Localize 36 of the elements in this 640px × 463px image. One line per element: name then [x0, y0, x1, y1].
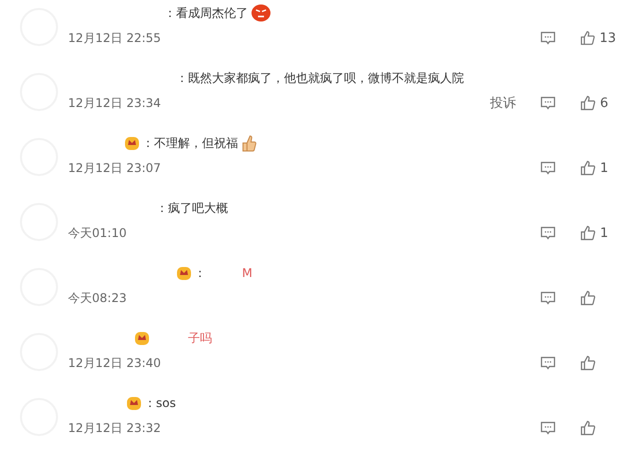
angry-face-emoji-icon: [251, 4, 271, 22]
thumbs-up-emoji-icon: [241, 134, 257, 152]
comment-icon[interactable]: [540, 30, 556, 46]
comment-time: 12月12日 23:07: [68, 160, 162, 176]
comment-icon[interactable]: [540, 160, 556, 176]
comment-text: ：: [194, 264, 206, 282]
comment-time: 今天08:23: [68, 290, 128, 306]
comment-icon[interactable]: [540, 96, 556, 110]
comment-icon[interactable]: [540, 226, 556, 240]
comment-icon[interactable]: [540, 356, 556, 370]
comment-time: 12月12日 23:40: [68, 354, 162, 372]
comment-time: 12月12日 23:34: [68, 94, 162, 112]
like-count: 1: [600, 226, 608, 240]
thumbs-up-icon[interactable]: [580, 95, 596, 111]
like-count: 13: [599, 30, 616, 46]
comment-icon[interactable]: [540, 290, 556, 306]
comment-time: 12月12日 23:32: [68, 420, 162, 436]
thumbs-up-icon[interactable]: [580, 420, 596, 436]
like-count: 6: [600, 96, 608, 110]
comment-text: ：既然大家都疯了，他也就疯了呗，微博不就是疯人院: [176, 70, 464, 86]
thumbs-up-icon[interactable]: [580, 290, 596, 306]
comment-icon[interactable]: [540, 420, 556, 436]
comment-text: 子吗: [188, 330, 212, 346]
comment-time: 今天01:10: [68, 224, 128, 242]
comment-text: ：sos: [144, 394, 176, 412]
comment-text: M: [242, 266, 252, 280]
thumbs-up-icon[interactable]: [580, 160, 596, 176]
thumbs-up-icon[interactable]: [580, 355, 596, 371]
comment-text: ：不理解，但祝福: [142, 134, 238, 152]
comment-text: ：疯了吧大概: [156, 200, 228, 216]
comment-time: 12月12日 22:55: [68, 30, 162, 46]
thumbs-up-icon[interactable]: [580, 30, 596, 46]
report-link[interactable]: 投诉: [490, 94, 516, 112]
like-count: 1: [600, 160, 608, 176]
thumbs-up-icon[interactable]: [580, 225, 596, 241]
comment-text: ：看成周杰伦了: [164, 4, 248, 22]
